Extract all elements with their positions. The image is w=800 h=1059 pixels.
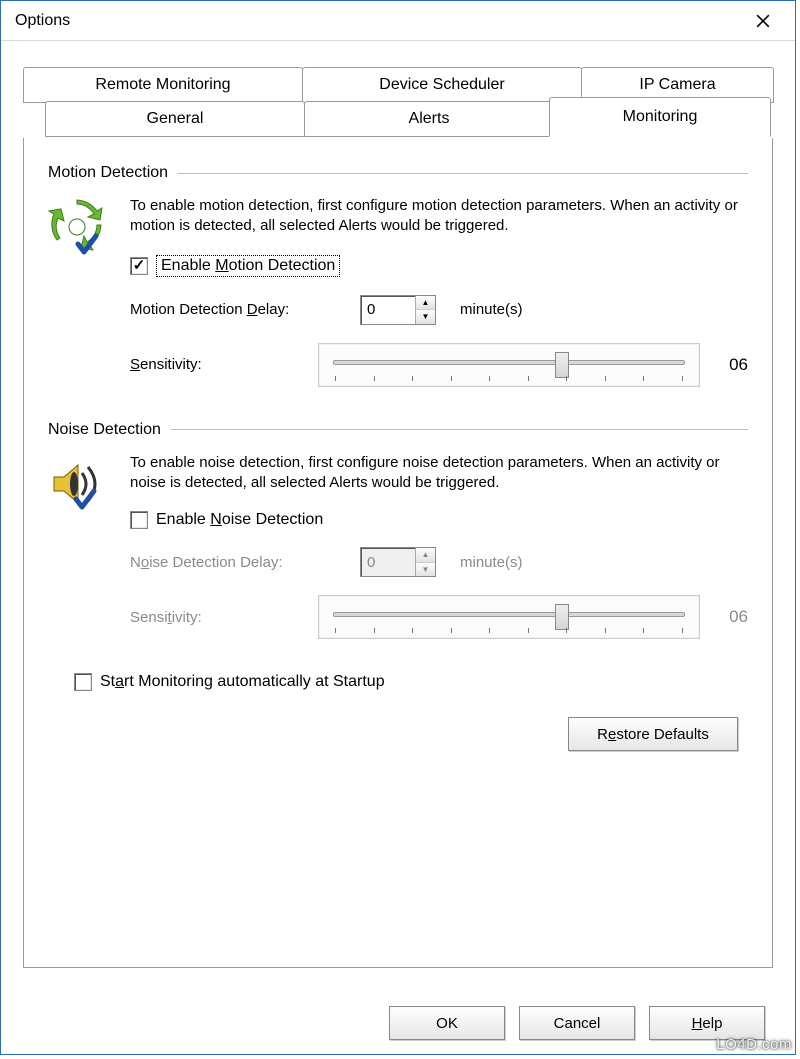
noise-delay-label: Noise Detection Delay:: [130, 554, 360, 571]
noise-group-header: Noise Detection: [48, 421, 748, 439]
noise-group: To enable noise detection, first configu…: [48, 453, 748, 648]
enable-noise-label: Enable Noise Detection: [156, 511, 323, 529]
slider-track: [333, 360, 685, 365]
noise-sensitivity-label: Sensitivity:: [130, 609, 318, 626]
watermark: LO4D.com: [716, 1036, 792, 1053]
help-button[interactable]: Help: [649, 1006, 765, 1040]
noise-delay-value[interactable]: 0: [361, 548, 415, 576]
slider-track: [333, 612, 685, 617]
enable-motion-checkbox[interactable]: [130, 257, 148, 275]
divider: [178, 173, 748, 174]
spinner-up-icon[interactable]: ▲: [416, 296, 435, 311]
cancel-button[interactable]: Cancel: [519, 1006, 635, 1040]
tab-alerts[interactable]: Alerts: [304, 101, 554, 137]
motion-sensitivity-slider[interactable]: [318, 343, 700, 387]
motion-group-title: Motion Detection: [48, 164, 168, 182]
motion-delay-unit: minute(s): [460, 301, 523, 318]
noise-sensitivity-slider[interactable]: [318, 595, 700, 639]
motion-delay-value[interactable]: 0: [361, 296, 415, 324]
monitoring-panel: Motion Detection To: [23, 138, 773, 968]
motion-delay-label: Motion Detection Delay:: [130, 301, 360, 318]
noise-description: To enable noise detection, first configu…: [130, 453, 748, 494]
spinner-down-icon[interactable]: ▼: [416, 310, 435, 324]
motion-group-header: Motion Detection: [48, 164, 748, 182]
speaker-check-icon: [48, 455, 106, 513]
window-title: Options: [15, 12, 741, 30]
tab-strip: Remote Monitoring Device Scheduler IP Ca…: [23, 67, 773, 139]
close-button[interactable]: [741, 6, 785, 36]
startup-monitoring-checkbox[interactable]: [74, 673, 92, 691]
tab-remote-monitoring[interactable]: Remote Monitoring: [23, 67, 303, 103]
noise-delay-spinner[interactable]: 0 ▲ ▼: [360, 547, 436, 577]
motion-sensitivity-value: 06: [714, 355, 748, 375]
titlebar: Options: [1, 1, 795, 41]
tab-device-scheduler[interactable]: Device Scheduler: [302, 67, 582, 103]
options-dialog: Options Remote Monitoring Device Schedul…: [0, 0, 796, 1055]
motion-group: To enable motion detection, first config…: [48, 196, 748, 395]
motion-sensitivity-label: Sensitivity:: [130, 356, 318, 373]
noise-delay-unit: minute(s): [460, 554, 523, 571]
ok-button[interactable]: OK: [389, 1006, 505, 1040]
tab-monitoring[interactable]: Monitoring: [549, 97, 771, 137]
motion-description: To enable motion detection, first config…: [130, 196, 748, 237]
restore-defaults-button[interactable]: Restore Defaults: [568, 717, 738, 751]
spinner-down-icon[interactable]: ▼: [416, 563, 435, 577]
dialog-content: Remote Monitoring Device Scheduler IP Ca…: [1, 41, 795, 969]
slider-thumb[interactable]: [555, 604, 569, 630]
recycle-check-icon: [48, 198, 106, 256]
slider-ticks: [335, 628, 683, 634]
divider: [171, 429, 748, 430]
spinner-up-icon[interactable]: ▲: [416, 548, 435, 563]
noise-sensitivity-value: 06: [714, 607, 748, 627]
startup-monitoring-label: Start Monitoring automatically at Startu…: [100, 673, 385, 691]
slider-thumb[interactable]: [555, 352, 569, 378]
enable-motion-label: Enable Motion Detection: [156, 255, 340, 277]
close-icon: [756, 14, 770, 28]
noise-group-title: Noise Detection: [48, 421, 161, 439]
slider-ticks: [335, 376, 683, 382]
dialog-button-row: OK Cancel Help: [389, 1006, 765, 1040]
tab-general[interactable]: General: [45, 101, 305, 137]
enable-noise-checkbox[interactable]: [130, 511, 148, 529]
motion-delay-spinner[interactable]: 0 ▲ ▼: [360, 295, 436, 325]
